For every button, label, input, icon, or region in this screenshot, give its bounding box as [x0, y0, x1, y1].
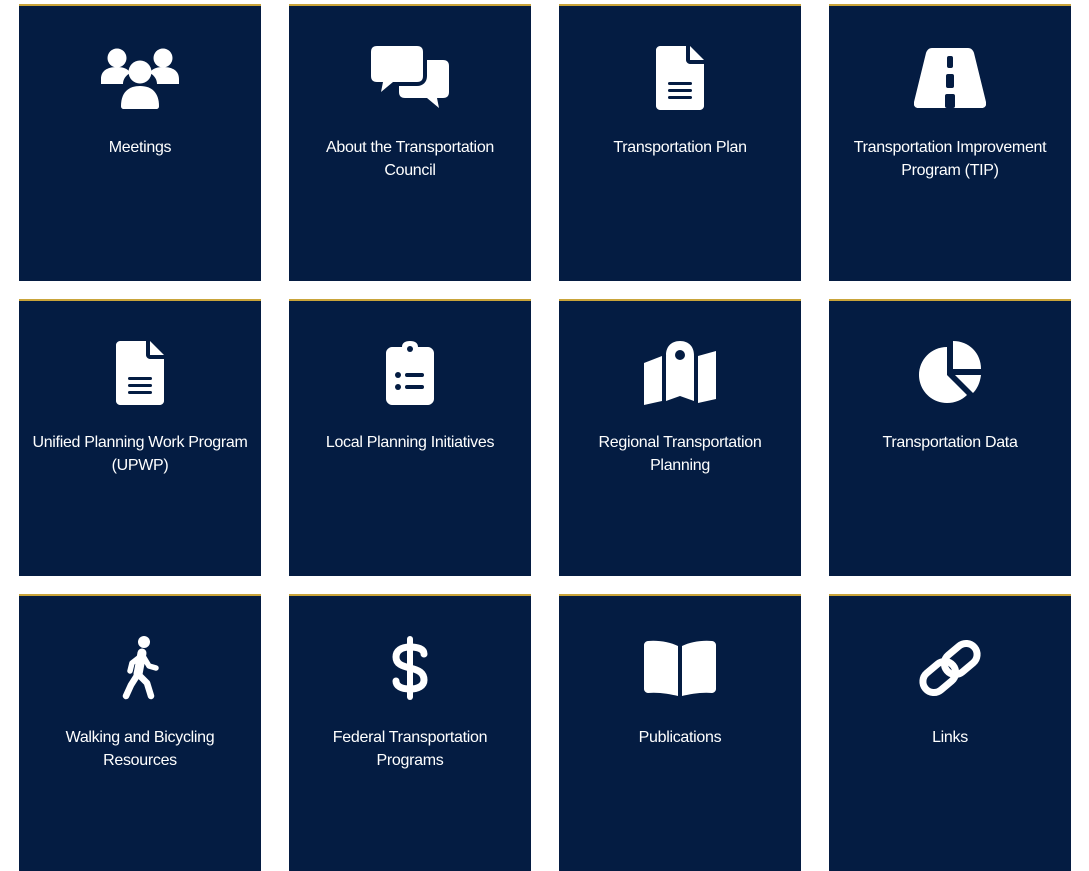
tile-grid: Meetings About the Transportation Counci… [19, 4, 1071, 871]
tile-federal-programs[interactable]: Federal Transportation Programs [289, 594, 531, 871]
tile-about-council[interactable]: About the Transportation Council [289, 4, 531, 281]
tile-upwp[interactable]: Unified Planning Work Program (UPWP) [19, 299, 261, 576]
tile-label: Regional Transportation Planning [598, 434, 762, 474]
tile-label: Transportation Improvement Program (TIP) [853, 139, 1047, 179]
document-icon [95, 339, 185, 407]
tile-meetings[interactable]: Meetings [19, 4, 261, 281]
open-book-icon [635, 634, 725, 702]
tile-label: Links [932, 729, 968, 746]
tile-label: Unified Planning Work Program (UPWP) [32, 434, 248, 474]
tile-label: Federal Transportation Programs [332, 729, 488, 769]
tile-walking-bicycling[interactable]: Walking and Bicycling Resources [19, 594, 261, 871]
tile-transportation-plan[interactable]: Transportation Plan [559, 4, 801, 281]
chat-bubbles-icon [365, 44, 455, 112]
tile-label: Transportation Data [882, 434, 1018, 451]
tile-label: Meetings [108, 139, 172, 156]
link-icon [905, 634, 995, 702]
map-pin-icon [635, 339, 725, 407]
pie-chart-icon [905, 339, 995, 407]
tile-local-planning[interactable]: Local Planning Initiatives [289, 299, 531, 576]
tile-label: Walking and Bicycling Resources [65, 729, 215, 769]
road-icon [905, 44, 995, 112]
clipboard-list-icon [365, 339, 455, 407]
tile-regional-planning[interactable]: Regional Transportation Planning [559, 299, 801, 576]
tile-tip[interactable]: Transportation Improvement Program (TIP) [829, 4, 1071, 281]
dollar-sign-icon [365, 634, 455, 702]
walking-person-icon [95, 634, 185, 702]
tile-label: About the Transportation Council [325, 139, 495, 179]
document-icon [635, 44, 725, 112]
tile-label: Publications [638, 729, 722, 746]
tile-links[interactable]: Links [829, 594, 1071, 871]
tile-transportation-data[interactable]: Transportation Data [829, 299, 1071, 576]
tile-publications[interactable]: Publications [559, 594, 801, 871]
tile-label: Transportation Plan [613, 139, 747, 156]
tile-label: Local Planning Initiatives [325, 434, 495, 451]
people-group-icon [95, 44, 185, 112]
